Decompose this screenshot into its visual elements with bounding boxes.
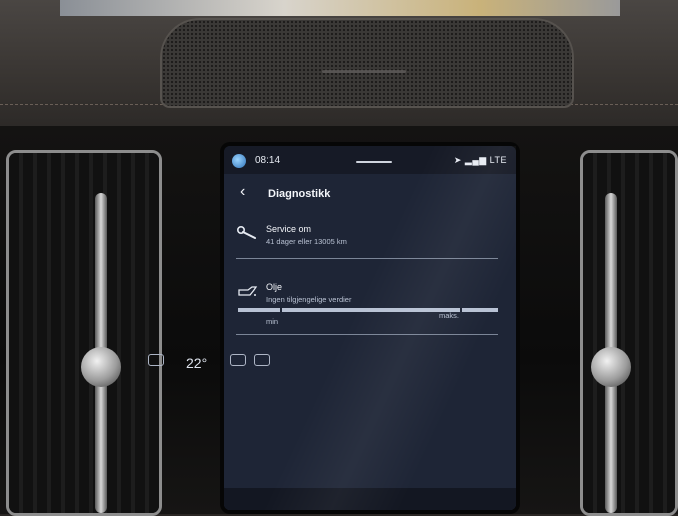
infotainment-screen: 08:14 ➤ ▂▄▆ LTE ‹ Diagnostikk Service om… [224,146,516,510]
divider [236,258,498,259]
climate-temperature[interactable]: 22° [186,355,207,371]
pull-down-handle[interactable] [356,161,392,163]
service-title: Service om [266,224,312,234]
oil-can-icon [238,286,258,296]
oil-title: Olje [266,282,283,292]
climate-bar [224,488,516,510]
vent-knob[interactable] [81,347,121,387]
gauge-max-marker [460,308,462,312]
defrost-icon[interactable] [148,354,164,366]
speaker-logo [322,70,406,73]
status-indicators: ➤ ▂▄▆ LTE [454,155,507,166]
oil-subtitle: Ingen tilgjengelige verdier [266,295,352,304]
speaker-grille [160,18,574,108]
service-subtitle: 41 dager eller 13005 km [266,237,347,246]
gauge-min-label: min [266,317,279,326]
windshield [60,0,620,16]
wrench-icon [237,226,256,239]
location-icon: ➤ [453,155,462,165]
status-time: 08:14 [255,155,281,166]
network-label: LTE [489,155,507,165]
diagnostics-page: ‹ Diagnostikk Service om 41 dager eller … [224,174,516,510]
status-bar: 08:14 ➤ ▂▄▆ LTE [224,146,516,174]
seat-heat-icon[interactable] [230,354,246,366]
page-title: Diagnostikk [268,188,331,200]
signal-icon: ▂▄▆ [464,155,487,165]
car-icon[interactable] [254,354,270,366]
divider [236,334,498,335]
gauge-min-marker [280,308,282,312]
back-arrow-icon[interactable]: ‹ [240,183,245,201]
vent-knob[interactable] [591,347,631,387]
air-vent-left [6,150,162,516]
gauge-max-label: maks. [439,311,460,320]
profile-avatar[interactable] [232,154,246,168]
air-vent-right [580,150,678,516]
vent-slats [583,153,675,513]
vent-slats [9,153,159,513]
